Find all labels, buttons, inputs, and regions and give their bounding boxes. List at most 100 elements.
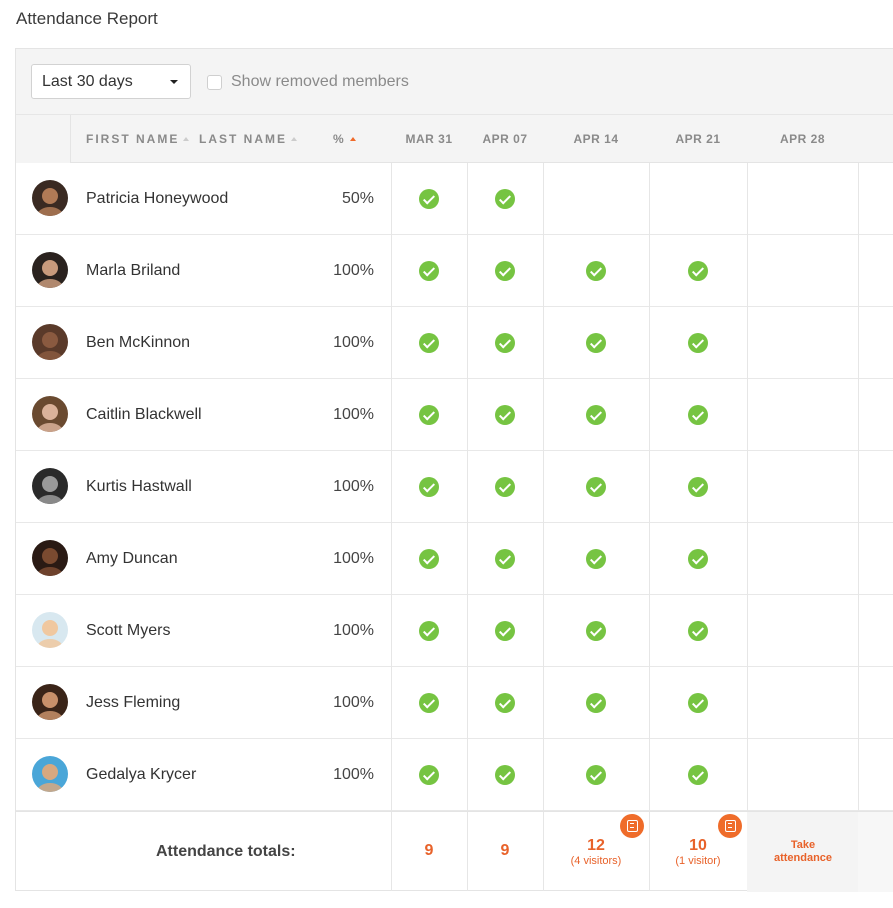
check-circle-icon[interactable] (495, 693, 515, 713)
date-range-select[interactable]: Last 30 days (31, 64, 191, 99)
check-circle-icon[interactable] (419, 765, 439, 785)
attendance-percent: 100% (333, 478, 374, 495)
check-circle-icon[interactable] (495, 549, 515, 569)
first-name-header-label: FIRST NAME (86, 132, 180, 146)
avatar[interactable] (32, 324, 68, 360)
note-icon[interactable] (620, 814, 644, 838)
member-name[interactable]: Gedalya Krycer (86, 739, 196, 811)
avatar-column-header (16, 115, 71, 163)
avatar[interactable] (32, 468, 68, 504)
date-column-header[interactable]: APR 28 (747, 115, 858, 163)
check-circle-icon[interactable] (586, 261, 606, 281)
check-circle-icon[interactable] (586, 333, 606, 353)
check-circle-icon[interactable] (495, 261, 515, 281)
member-name[interactable]: Marla Briland (86, 235, 180, 307)
attendance-percent: 100% (333, 406, 374, 423)
sort-last-name[interactable]: LAST NAME (199, 115, 297, 163)
avatar[interactable] (32, 612, 68, 648)
check-circle-icon[interactable] (688, 333, 708, 353)
date-column-header[interactable]: APR 14 (543, 115, 649, 163)
member-name[interactable]: Scott Myers (86, 595, 170, 667)
attendance-percent: 100% (333, 550, 374, 567)
check-circle-icon[interactable] (495, 477, 515, 497)
sort-percent[interactable]: % (333, 115, 356, 163)
check-circle-icon[interactable] (586, 621, 606, 641)
totals-extra-bg (858, 812, 893, 892)
avatar[interactable] (32, 396, 68, 432)
attendance-percent: 100% (333, 766, 374, 783)
check-circle-icon[interactable] (688, 477, 708, 497)
percent-header-label: % (333, 132, 344, 146)
check-circle-icon[interactable] (419, 189, 439, 209)
attendance-total-count[interactable]: 10 (649, 837, 747, 855)
date-column-header[interactable]: APR 07 (467, 115, 543, 163)
member-name[interactable]: Amy Duncan (86, 523, 178, 595)
sort-caret-active-icon (349, 136, 356, 141)
member-name[interactable]: Kurtis Hastwall (86, 451, 192, 523)
take-attendance-link[interactable]: Take attendance (768, 839, 838, 865)
member-name[interactable]: Ben McKinnon (86, 307, 190, 379)
avatar[interactable] (32, 180, 68, 216)
member-rows: Patricia Honeywood 50% Marla Briland 100% Be… (16, 163, 893, 811)
date-range-value: Last 30 days (42, 73, 133, 90)
check-circle-icon[interactable] (495, 333, 515, 353)
column-divider (858, 163, 859, 891)
member-row: Jess Fleming 100% (16, 667, 893, 739)
check-circle-icon[interactable] (495, 621, 515, 641)
member-row: Ben McKinnon 100% (16, 307, 893, 379)
column-divider (543, 163, 544, 891)
page-title: Attendance Report (16, 9, 158, 28)
check-circle-icon[interactable] (586, 693, 606, 713)
check-circle-icon[interactable] (419, 405, 439, 425)
member-name[interactable]: Jess Fleming (86, 667, 180, 739)
sort-caret-icon (291, 136, 297, 141)
note-icon[interactable] (718, 814, 742, 838)
check-circle-icon[interactable] (495, 765, 515, 785)
visitor-count: (1 visitor) (675, 855, 721, 867)
check-circle-icon[interactable] (586, 765, 606, 785)
filter-toolbar: Last 30 days Show removed members (16, 49, 893, 115)
attendance-total-count[interactable]: 9 (391, 842, 467, 860)
attendance-total-count[interactable]: 12 (543, 837, 649, 855)
check-circle-icon[interactable] (688, 261, 708, 281)
show-removed-label: Show removed members (231, 73, 409, 90)
avatar[interactable] (32, 756, 68, 792)
sort-first-name[interactable]: FIRST NAME (86, 115, 190, 163)
show-removed-checkbox[interactable] (207, 74, 222, 90)
avatar[interactable] (32, 684, 68, 720)
attendance-percent: 100% (333, 262, 374, 279)
member-row: Patricia Honeywood 50% (16, 163, 893, 235)
avatar[interactable] (32, 252, 68, 288)
check-circle-icon[interactable] (586, 477, 606, 497)
check-circle-icon[interactable] (419, 333, 439, 353)
check-circle-icon[interactable] (688, 405, 708, 425)
check-circle-icon[interactable] (688, 549, 708, 569)
member-name[interactable]: Caitlin Blackwell (86, 379, 202, 451)
date-column-header[interactable]: APR 21 (649, 115, 747, 163)
attendance-percent: 50% (341, 190, 374, 207)
check-circle-icon[interactable] (495, 405, 515, 425)
check-circle-icon[interactable] (586, 405, 606, 425)
column-divider (467, 163, 468, 891)
check-circle-icon[interactable] (419, 477, 439, 497)
check-circle-icon[interactable] (419, 549, 439, 569)
check-circle-icon[interactable] (586, 549, 606, 569)
attendance-report-panel: Last 30 days Show removed members FIRST … (15, 48, 893, 892)
check-circle-icon[interactable] (419, 261, 439, 281)
check-circle-icon[interactable] (419, 621, 439, 641)
member-row: Caitlin Blackwell 100% (16, 379, 893, 451)
column-divider (747, 163, 748, 891)
avatar[interactable] (32, 540, 68, 576)
date-column-header[interactable]: MAR 31 (391, 115, 467, 163)
show-removed-members-toggle[interactable]: Show removed members (207, 73, 409, 91)
member-name[interactable]: Patricia Honeywood (86, 163, 228, 235)
check-circle-icon[interactable] (688, 693, 708, 713)
column-divider (649, 163, 650, 891)
last-name-header-label: LAST NAME (199, 132, 287, 146)
check-circle-icon[interactable] (495, 189, 515, 209)
check-circle-icon[interactable] (419, 693, 439, 713)
sort-caret-icon (183, 136, 190, 141)
check-circle-icon[interactable] (688, 621, 708, 641)
check-circle-icon[interactable] (688, 765, 708, 785)
attendance-total-count[interactable]: 9 (467, 842, 543, 860)
